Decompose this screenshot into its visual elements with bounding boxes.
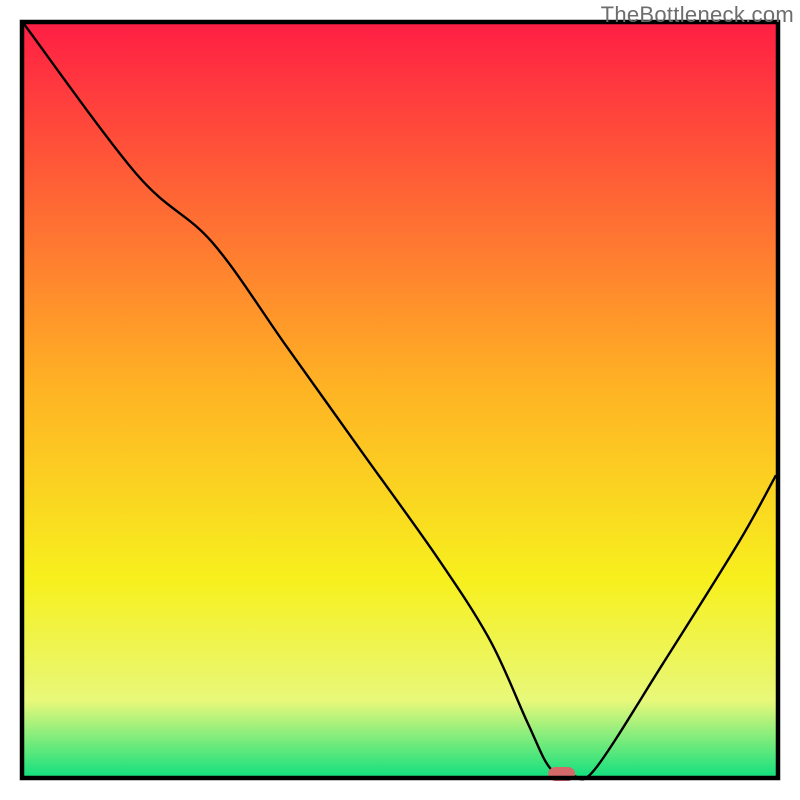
watermark-text: TheBottleneck.com: [601, 2, 794, 28]
chart-canvas: [0, 0, 800, 800]
